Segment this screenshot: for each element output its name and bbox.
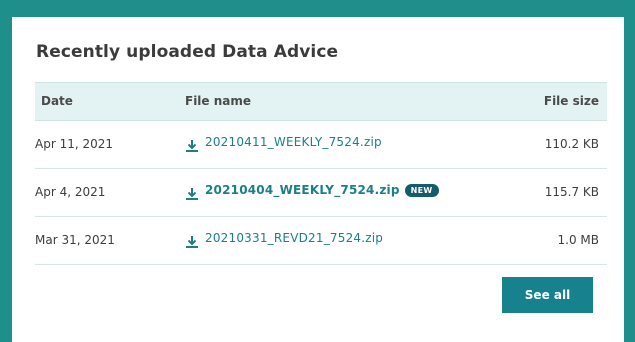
panel-title: Recently uploaded Data Advice: [36, 42, 339, 62]
row-file-size: 1.0 MB: [557, 233, 599, 247]
header-file-size: File size: [543, 94, 599, 108]
file-name: 20210404_WEEKLY_7524.zip: [205, 183, 400, 197]
download-icon: [185, 138, 199, 152]
file-download-link[interactable]: 20210404_WEEKLY_7524.zip NEW: [185, 183, 439, 200]
table-row: Apr 4, 2021 20210404_WEEKLY_7524.zip NEW…: [35, 169, 607, 217]
download-icon: [185, 234, 199, 248]
page-frame: Recently uploaded Data Advice Date File …: [0, 0, 635, 342]
see-all-button[interactable]: See all: [502, 277, 593, 313]
row-date: Apr 4, 2021: [35, 185, 106, 199]
data-advice-panel: Recently uploaded Data Advice Date File …: [12, 17, 624, 342]
row-date: Apr 11, 2021: [35, 137, 114, 151]
table-row: Apr 11, 2021 20210411_WEEKLY_7524.zip 11…: [35, 121, 607, 169]
row-file-size: 110.2 KB: [544, 137, 599, 151]
file-name: 20210411_WEEKLY_7524.zip: [205, 135, 382, 149]
file-download-link[interactable]: 20210331_REVD21_7524.zip: [185, 231, 384, 248]
row-date: Mar 31, 2021: [35, 233, 115, 247]
row-file-size: 115.7 KB: [544, 185, 599, 199]
table-header: Date File name File size: [35, 82, 607, 121]
header-date: Date: [41, 94, 73, 108]
table-row: Mar 31, 2021 20210331_REVD21_7524.zip 1.…: [35, 217, 607, 265]
file-download-link[interactable]: 20210411_WEEKLY_7524.zip: [185, 135, 382, 152]
download-icon: [185, 186, 199, 200]
file-name: 20210331_REVD21_7524.zip: [205, 231, 384, 245]
uploads-table: Date File name File size Apr 11, 2021 20…: [35, 82, 607, 265]
header-file-name: File name: [185, 94, 252, 108]
new-badge: NEW: [404, 183, 439, 197]
